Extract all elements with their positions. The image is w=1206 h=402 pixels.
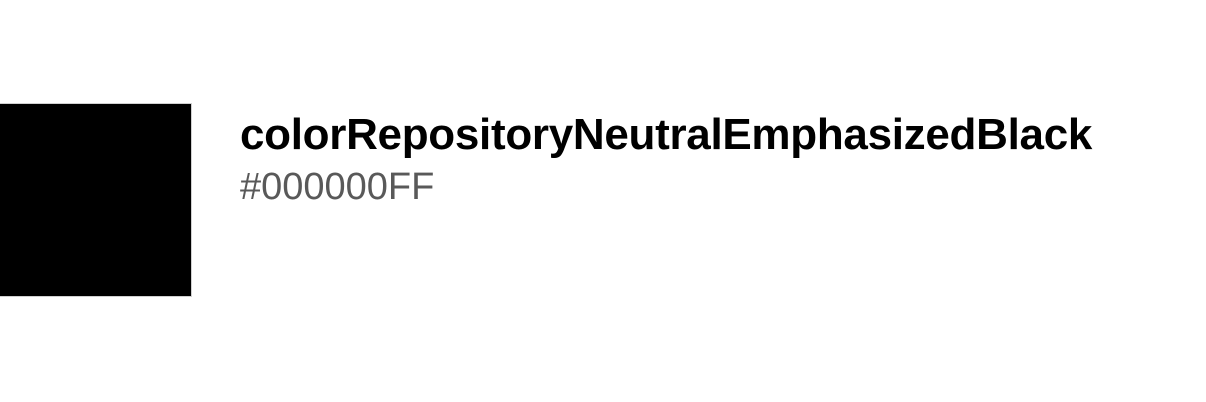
color-token-info: colorRepositoryNeutralEmphasizedBlack #0… — [240, 108, 1200, 210]
color-swatch-row: colorRepositoryNeutralEmphasizedBlack #0… — [0, 0, 1206, 402]
color-token-name: colorRepositoryNeutralEmphasizedBlack — [240, 110, 1093, 159]
color-token-value: #000000FF — [240, 166, 435, 208]
color-swatch — [0, 103, 192, 297]
